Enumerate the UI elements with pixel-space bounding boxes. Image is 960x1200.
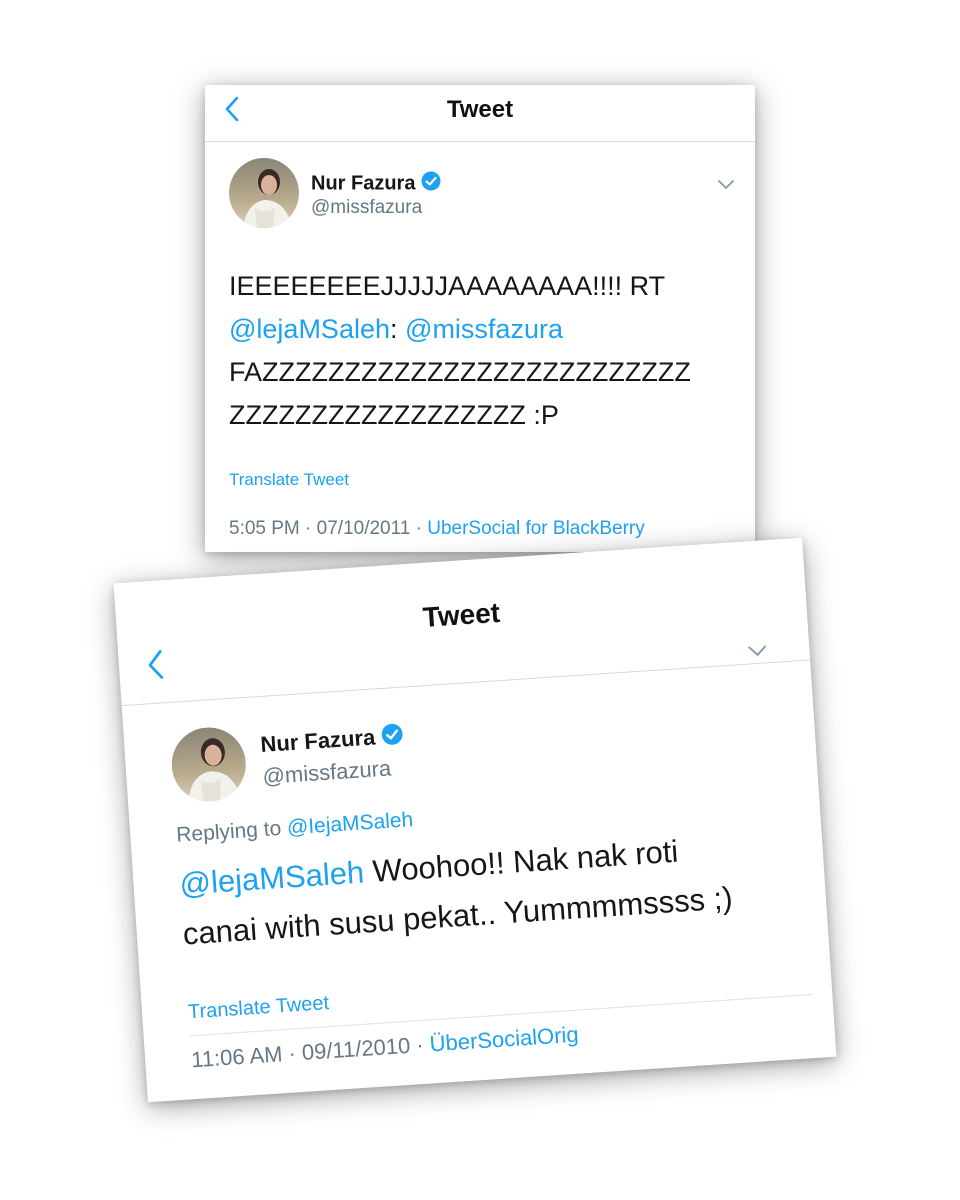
author-name[interactable]: Nur Fazura [260, 723, 404, 761]
tweet-meta: 5:05 PM · 07/10/2011 · UberSocial for Bl… [229, 518, 645, 539]
author-handle[interactable]: @missfazura [262, 755, 392, 789]
verified-badge-icon [421, 171, 441, 197]
header-divider [121, 659, 811, 707]
verified-badge-icon [380, 723, 404, 752]
tweet-options-button[interactable] [747, 644, 768, 663]
tweet-options-button[interactable] [717, 178, 735, 196]
translate-tweet-link[interactable]: Translate Tweet [229, 470, 349, 490]
avatar[interactable] [229, 158, 299, 228]
mention-link[interactable]: @lejaMSaleh [178, 855, 365, 902]
mention-link[interactable]: @lejaMSaleh [229, 314, 390, 344]
page-title: Tweet [421, 596, 501, 633]
mention-link[interactable]: @IejaMSaleh [286, 808, 414, 839]
tweet-source-link[interactable]: ÜberSocialOrig [429, 1022, 580, 1057]
tweet-text: @lejaMSaleh Woohoo!! Nak nak roti canai … [178, 833, 734, 952]
mention-link[interactable]: @missfazura [405, 314, 563, 344]
translate-tweet-link[interactable]: Translate Tweet [187, 992, 329, 1024]
tweet-time: 11:06 AM [190, 1041, 284, 1073]
tweet-date: 07/10/2011 [316, 518, 411, 539]
tweet-text: IEEEEEEEEJJJJJAAAAAAAA!!!! RT @lejaMSale… [229, 271, 691, 430]
author-handle[interactable]: @missfazura [311, 197, 422, 219]
tweet-date: 09/11/2010 [301, 1032, 411, 1065]
header-divider [205, 141, 755, 142]
tweet-source-link[interactable]: UberSocial for BlackBerry [427, 518, 645, 539]
chevron-left-icon [148, 650, 164, 679]
replying-to: Replying to @IejaMSaleh [175, 808, 414, 847]
chevron-down-icon [748, 645, 767, 656]
page-title: Tweet [446, 96, 514, 123]
chevron-down-icon [718, 180, 734, 189]
avatar[interactable] [169, 725, 249, 804]
tweet-meta: 11:06 AM · 09/11/2010 · ÜberSocialOrig [190, 1021, 580, 1073]
tweet-card-1: Tweet Nur Fazura @missfazura IEEEEEEEEJJ… [205, 85, 755, 552]
tweet-card-2: Tweet Nur Fazura @missfazura Replying to… [113, 537, 837, 1103]
back-button[interactable] [144, 648, 168, 686]
author-name[interactable]: Nur Fazura [311, 171, 441, 197]
tweet-time: 5:05 PM [229, 518, 300, 539]
